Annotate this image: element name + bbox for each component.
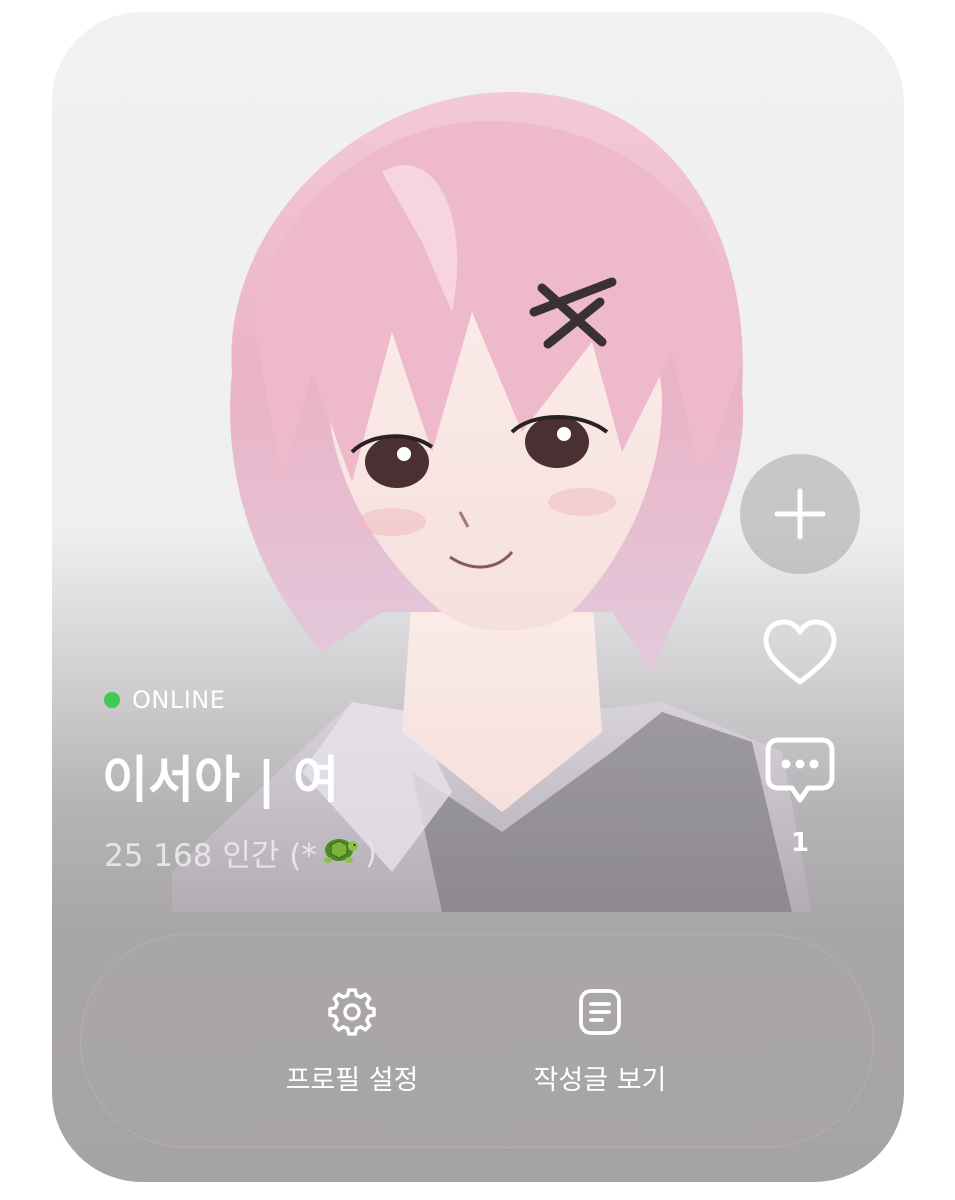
status-text: ONLINE	[132, 686, 226, 714]
action-bar: 프로필 설정 작성글 보기	[80, 934, 874, 1148]
profile-bio: 25 168 인간 (* )	[104, 830, 377, 875]
comment-count: 1	[790, 828, 810, 858]
view-posts-button[interactable]: 작성글 보기	[500, 934, 700, 1148]
profile-card: 1 ONLINE 이서아 | 여 25 168 인간 (* ) 프로필 설정 작…	[52, 12, 904, 1182]
view-posts-label: 작성글 보기	[533, 1065, 667, 1096]
heart-icon[interactable]	[762, 618, 838, 688]
bio-text: 25 168 인간 (*	[104, 838, 317, 874]
gear-icon	[328, 988, 376, 1036]
document-icon	[579, 989, 621, 1035]
add-button[interactable]	[740, 454, 860, 574]
plus-icon	[774, 488, 826, 540]
chat-bubble-icon[interactable]	[762, 734, 838, 810]
status-dot	[104, 692, 120, 708]
turtle-emoji-icon	[319, 832, 359, 874]
profile-settings-button[interactable]: 프로필 설정	[252, 934, 452, 1148]
bio-close: )	[364, 834, 377, 871]
online-status: ONLINE	[104, 686, 225, 714]
profile-settings-label: 프로필 설정	[285, 1065, 419, 1096]
profile-name: 이서아 | 여	[102, 751, 340, 809]
